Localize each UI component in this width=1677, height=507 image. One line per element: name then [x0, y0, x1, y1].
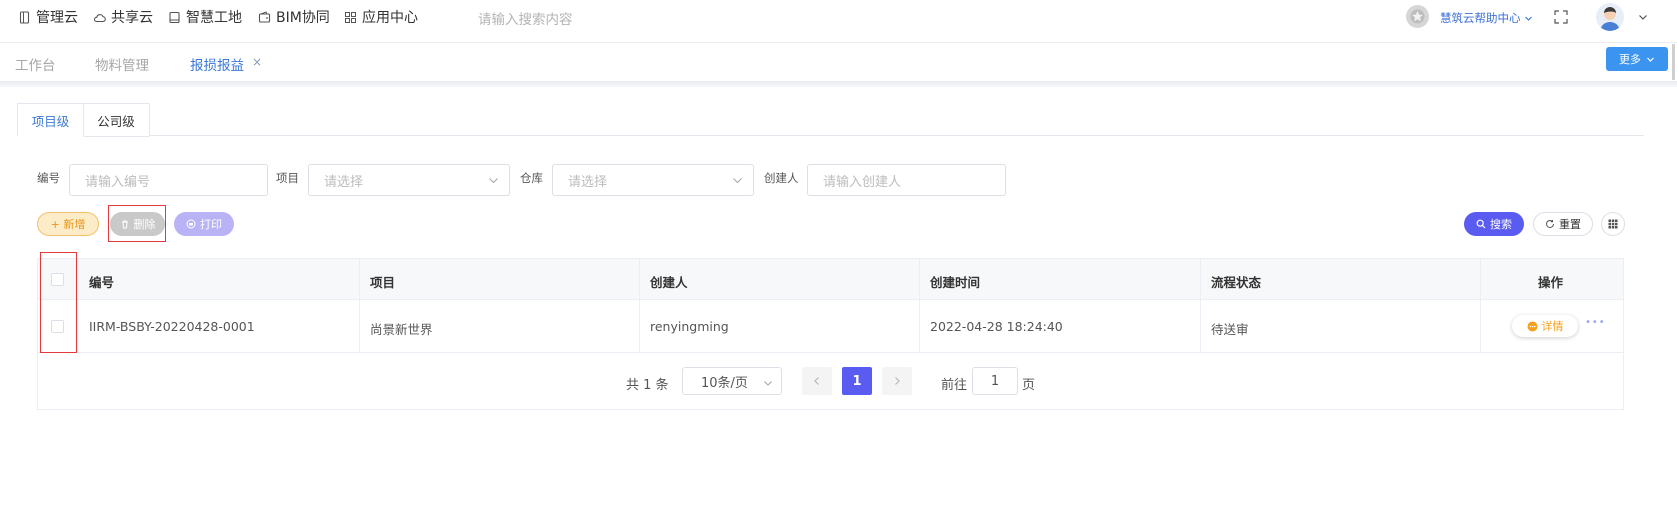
column-header-status: 流程状态	[1211, 275, 1262, 290]
wallet-icon	[258, 10, 271, 23]
reset-label: 重置	[1559, 218, 1581, 231]
col-divider	[359, 259, 360, 353]
grid-icon	[1608, 219, 1618, 229]
fullscreen-icon[interactable]	[1554, 10, 1568, 24]
page-1-button[interactable]: 1	[842, 367, 872, 395]
more-label: 更多	[1619, 53, 1641, 66]
nav-item-label: 应用中心	[362, 10, 418, 26]
nav-item-label: 共享云	[111, 10, 153, 26]
creator-label: 创建人	[764, 171, 799, 185]
table-header-row	[38, 259, 1623, 300]
chevron-down-icon	[1647, 57, 1654, 62]
project-label: 项目	[276, 171, 299, 185]
col-divider	[77, 259, 78, 353]
table-row	[38, 300, 1623, 353]
creator-input[interactable]: 请输入创建人	[807, 164, 1006, 196]
book-icon	[169, 11, 180, 23]
tab-company-level[interactable]: 公司级	[83, 103, 150, 137]
cell-creator: renyingming	[650, 319, 729, 334]
delete-button[interactable]: 删除	[110, 212, 165, 236]
nav-item-label: 智慧工地	[186, 10, 242, 26]
nav-item-app-center[interactable]: 应用中心	[344, 7, 418, 27]
search-icon	[1476, 219, 1486, 229]
chevron-right-icon	[895, 377, 900, 385]
tab-workbench[interactable]: 工作台	[15, 54, 56, 74]
tab-loss-gain[interactable]: 报损报益	[190, 54, 244, 74]
goto-prefix: 前往	[941, 378, 968, 393]
user-menu-chevron-icon[interactable]	[1638, 12, 1648, 22]
help-center-label: 慧筑云帮助中心	[1440, 11, 1521, 25]
print-label: 打印	[200, 218, 222, 231]
nav-item-label: BIM协同	[276, 10, 330, 26]
cell-status: 待送审	[1211, 322, 1249, 337]
cell-created-time: 2022-04-28 18:24:40	[930, 319, 1063, 334]
col-divider	[1480, 259, 1481, 353]
col-divider	[639, 259, 640, 353]
add-button[interactable]: + 新增	[37, 212, 99, 236]
nav-item-bim[interactable]: BIM协同	[258, 7, 330, 27]
checkbox-column-highlight-box	[40, 252, 77, 353]
column-header-code: 编号	[89, 275, 115, 290]
help-center-link[interactable]: 慧筑云帮助中心	[1440, 10, 1533, 26]
cloud-icon	[93, 13, 106, 22]
column-header-project: 项目	[370, 275, 396, 290]
nav-item-smart-site[interactable]: 智慧工地	[168, 7, 242, 27]
project-select[interactable]: 请选择	[308, 164, 510, 196]
col-divider	[919, 259, 920, 353]
column-header-creator: 创建人	[650, 275, 688, 290]
cell-project: 尚景新世界	[370, 322, 433, 337]
trash-icon	[121, 220, 128, 229]
detail-button[interactable]: 详情	[1512, 315, 1578, 337]
chevron-down-icon	[1524, 16, 1532, 21]
column-settings-button[interactable]	[1601, 212, 1625, 236]
page-size-value: 10条/页	[701, 375, 748, 391]
project-select-placeholder: 请选择	[324, 174, 364, 190]
code-label: 编号	[37, 171, 60, 185]
goto-suffix: 页	[1022, 378, 1036, 393]
goto-page-input[interactable]: 1	[972, 367, 1018, 395]
chevron-down-icon	[489, 178, 498, 184]
level-tabs-underline	[17, 135, 1644, 136]
detail-label: 详情	[1541, 320, 1564, 333]
global-search-input[interactable]: 请输入搜索内容	[478, 8, 573, 28]
warehouse-select-placeholder: 请选择	[568, 174, 608, 190]
grid-icon	[345, 11, 356, 23]
tab-material[interactable]: 物料管理	[95, 54, 149, 74]
top-divider	[0, 42, 1677, 43]
content-top-shadow	[0, 81, 1677, 87]
tab-project-level[interactable]: 项目级	[17, 103, 84, 137]
col-divider	[1200, 259, 1201, 353]
chevron-down-icon	[764, 381, 772, 386]
chevron-down-icon	[733, 178, 742, 184]
delete-label: 删除	[133, 218, 156, 231]
reset-button[interactable]: 重置	[1533, 212, 1593, 236]
search-button[interactable]: 搜索	[1464, 212, 1524, 236]
print-icon	[186, 219, 196, 229]
scroll-edge	[1672, 44, 1675, 80]
tablet-icon	[19, 10, 30, 24]
close-tab-icon[interactable]: ×	[252, 55, 262, 69]
avatar[interactable]	[1596, 3, 1624, 31]
column-header-actions: 操作	[1538, 275, 1564, 290]
nav-item-management-cloud[interactable]: 管理云	[18, 7, 78, 27]
warehouse-select[interactable]: 请选择	[552, 164, 754, 196]
prev-page-button[interactable]	[802, 367, 832, 395]
print-button[interactable]: 打印	[174, 212, 234, 236]
pagination-total: 共 1 条	[626, 378, 669, 393]
page-size-select[interactable]: 10条/页	[682, 367, 782, 395]
column-header-created-time: 创建时间	[930, 275, 981, 290]
next-page-button[interactable]	[882, 367, 912, 395]
refresh-icon	[1546, 219, 1554, 228]
code-input[interactable]: 请输入编号	[69, 164, 268, 196]
chevron-left-icon	[814, 377, 819, 385]
more-button[interactable]: 更多	[1606, 47, 1668, 71]
row-more-button[interactable]: •••	[1585, 317, 1606, 328]
more-dots-icon	[1527, 321, 1537, 331]
nav-item-shared-cloud[interactable]: 共享云	[93, 7, 153, 27]
org-logo-icon	[1406, 5, 1429, 28]
warehouse-label: 仓库	[520, 171, 543, 185]
nav-item-label: 管理云	[36, 10, 78, 26]
cell-code: IIRM-BSBY-20220428-0001	[89, 319, 255, 334]
search-label: 搜索	[1490, 218, 1512, 231]
